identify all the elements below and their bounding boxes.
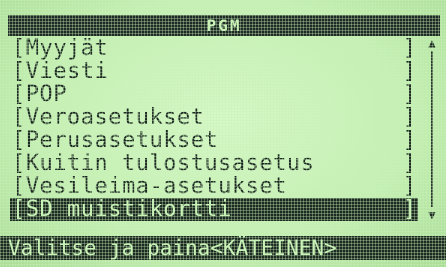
menu-item-kuitin-tulostusasetus[interactable]: [Kuitin tulostusasetus ] [10, 152, 418, 175]
menu-item-label: [SD muistikortti [12, 197, 232, 222]
menu-item-label: [Kuitin tulostusasetus [12, 151, 315, 176]
menu-item-bracket: ] [402, 174, 416, 199]
menu-item-bracket: ] [402, 82, 416, 107]
menu-item-bracket: ] [402, 151, 416, 176]
status-bar: Valitse ja paina<KÄTEINEN> [0, 236, 446, 260]
menu-item-perusasetukset[interactable]: [Perusasetukset ] [10, 129, 418, 152]
menu-item-label: [Veroasetukset [12, 105, 205, 130]
menu-item-bracket: ] [402, 36, 416, 61]
menu-item-label: [Myyjät [12, 36, 109, 61]
menu-item-label: [Vesileima-asetukset [12, 174, 287, 199]
menu-item-label: [Viesti [12, 59, 109, 84]
menu-item-pop[interactable]: [POP ] [10, 83, 418, 106]
page-title: PGM [206, 16, 242, 35]
menu-item-bracket: ] [402, 59, 416, 84]
menu-item-sd-muistikortti[interactable]: [SD muistikortti ] [10, 198, 418, 221]
status-instruction: Valitse ja paina<KÄTEINEN> [8, 236, 337, 260]
lcd-screen: PGM [Myyjät ] [Viesti ] [POP ] [Veroaset… [0, 0, 446, 267]
title-bar: PGM [8, 15, 440, 36]
menu-item-bracket: ] [402, 128, 416, 153]
menu-item-label: [Perusasetukset [12, 128, 219, 153]
menu-list: [Myyjät ] [Viesti ] [POP ] [Veroasetukse… [10, 37, 418, 221]
scrollbar[interactable]: ▲ ▼ [423, 37, 441, 221]
scroll-down-arrow-icon[interactable]: ▼ [424, 209, 440, 221]
scroll-track [431, 51, 433, 207]
menu-item-bracket: ] [402, 197, 416, 222]
menu-item-viesti[interactable]: [Viesti ] [10, 60, 418, 83]
menu-item-label: [POP [12, 82, 67, 107]
menu-item-vesileima-asetukset[interactable]: [Vesileima-asetukset ] [10, 175, 418, 198]
scroll-up-arrow-icon[interactable]: ▲ [424, 37, 440, 49]
menu-item-myyjat[interactable]: [Myyjät ] [10, 37, 418, 60]
menu-item-veroasetukset[interactable]: [Veroasetukset ] [10, 106, 418, 129]
menu-item-bracket: ] [402, 105, 416, 130]
